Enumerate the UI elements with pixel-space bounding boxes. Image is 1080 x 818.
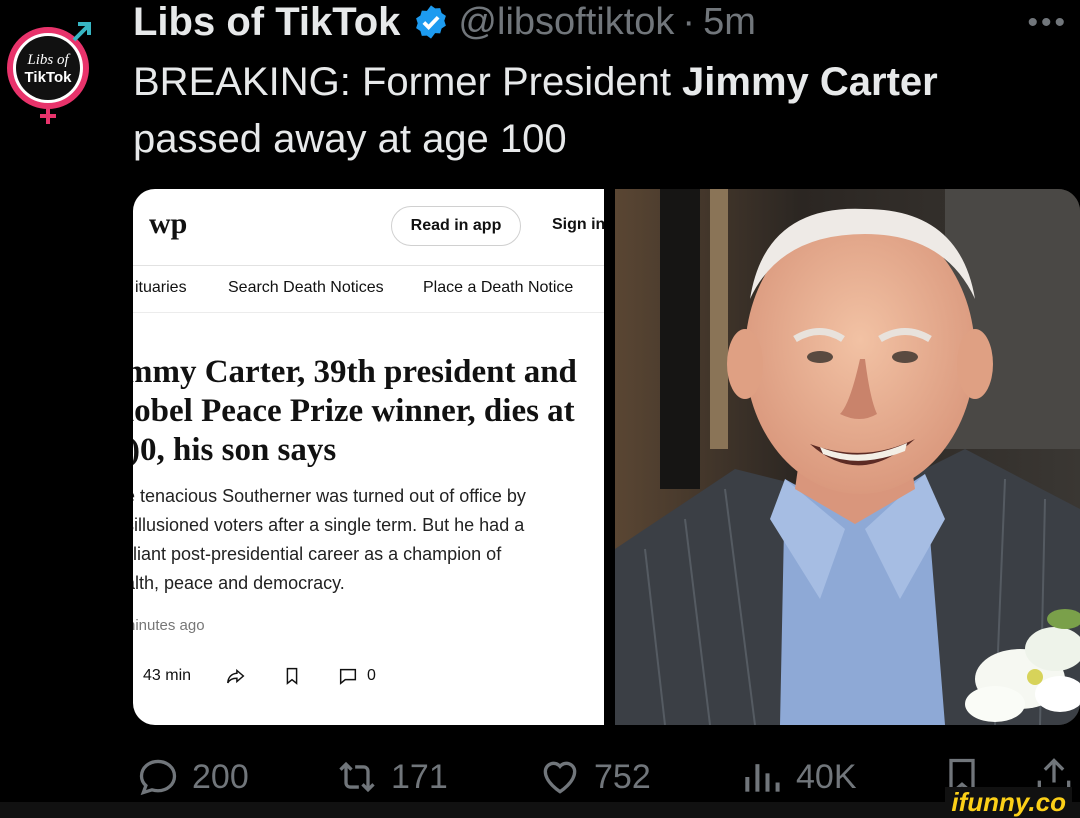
view-count: 40K	[796, 757, 857, 796]
like-count: 752	[594, 757, 651, 796]
views-button[interactable]: 40K	[740, 752, 857, 802]
repost-count: 171	[391, 757, 448, 796]
verified-badge-icon	[416, 5, 447, 39]
wp-logo: wp	[149, 207, 188, 240]
post-text: BREAKING: Former President Jimmy Carter …	[133, 60, 938, 161]
share-icon	[227, 668, 245, 684]
article-screenshot: wp Read in app Sign in ituaries Search D…	[133, 189, 604, 725]
nav-obituaries: ituaries	[135, 279, 187, 296]
post-media[interactable]: wp Read in app Sign in ituaries Search D…	[133, 189, 1080, 725]
read-time: 43 min	[143, 667, 192, 684]
divider	[133, 265, 604, 266]
media-divider	[604, 189, 615, 725]
read-in-app-button: Read in app	[391, 206, 521, 246]
avatar[interactable]: Libs of TikTok	[4, 18, 94, 128]
article-time: ninutes ago	[133, 617, 205, 634]
article-headline: mmy Carter, 39th president and lobel Pea…	[133, 354, 577, 468]
bottom-strip	[0, 802, 1080, 818]
svg-text:TikTok: TikTok	[25, 69, 73, 86]
heart-icon	[543, 761, 577, 794]
comment-icon	[339, 668, 357, 685]
repost-button[interactable]: 171	[335, 752, 448, 802]
repost-icon	[339, 761, 375, 793]
display-name[interactable]: Libs of TikTok	[133, 0, 400, 45]
svg-text:Libs of: Libs of	[26, 52, 70, 68]
nav-place-death-notice: Place a Death Notice	[423, 279, 574, 296]
timestamp[interactable]: 5m	[703, 1, 756, 44]
reply-icon	[139, 759, 177, 796]
watermark: ifunny.co	[945, 787, 1072, 818]
reply-button[interactable]: 200	[136, 752, 249, 802]
article-actions: 43 min 0	[143, 665, 376, 687]
bookmark-icon	[286, 667, 298, 685]
portrait-photo	[615, 189, 1080, 725]
article-dek: e tenacious Southerner was turned out of…	[133, 486, 526, 593]
post-header: Libs of TikTok @libsoftiktok · 5m	[133, 0, 756, 44]
like-button[interactable]: 752	[538, 752, 651, 802]
handle[interactable]: @libsoftiktok	[458, 1, 674, 44]
comment-count: 0	[367, 667, 376, 684]
nav-search-death-notices: Search Death Notices	[228, 279, 384, 296]
sign-in-link: Sign in	[552, 216, 604, 233]
portrait-illustration	[615, 189, 1080, 725]
separator: ·	[682, 0, 696, 43]
divider	[133, 312, 604, 313]
analytics-icon	[745, 764, 780, 792]
reply-count: 200	[192, 757, 249, 796]
more-options-icon[interactable]: •••	[1027, 6, 1068, 40]
